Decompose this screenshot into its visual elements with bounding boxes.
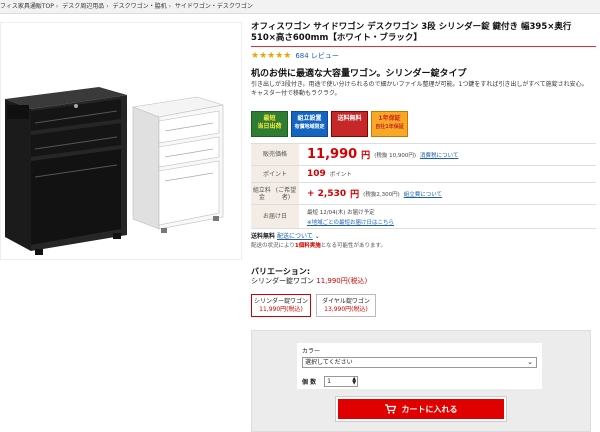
- product-page: フィス家具通販TOP › デスク周辺用品 › デスクワゴン・脇机 › サイドワゴン・デ…: [0, 0, 600, 432]
- shipping-note-suffix: となる可能性があります。: [320, 243, 387, 249]
- tax-info-link[interactable]: 消費税について: [420, 151, 458, 159]
- color-label: カラー: [302, 348, 321, 355]
- variation-selected-name: シリンダー錠ワゴン: [251, 277, 314, 285]
- chevron-right-icon: ›: [106, 3, 109, 10]
- delivery-area-link[interactable]: ※地域ごとの最短お届け日はこちら: [307, 218, 394, 226]
- chevron-right-icon: ›: [168, 3, 171, 10]
- variation-selected: シリンダー錠ワゴン 11,990円(税込): [251, 276, 367, 286]
- variation-option-cylinder[interactable]: シリンダー錠ワゴン 11,990円(税込): [251, 294, 311, 317]
- rating: ★★★★★ 684 レビュー: [251, 51, 339, 61]
- assembly-label-sub: (ご希望者): [275, 186, 297, 201]
- variation-options: シリンダー錠ワゴン 11,990円(税込) ダイヤル錠ワゴン 13,990円(税…: [251, 294, 376, 317]
- free-shipping-label: 送料無料: [251, 233, 276, 240]
- chevron-right-icon: ›: [55, 3, 59, 10]
- price-table: 販売価格 11,990 円 (税抜 10,900円) 消費税について ポイント …: [251, 143, 596, 229]
- delivery-label: お届け日: [251, 205, 299, 228]
- fast-shipping-badge: 最短 当日出荷: [251, 111, 288, 137]
- variation-option-price: 13,990円(税込): [324, 306, 368, 313]
- star-rating-icon: ★★★★★: [251, 51, 292, 61]
- cart-form: カラー 選択してください ⌄ 個 数 1 ▲ ▼: [297, 343, 542, 389]
- warranty-badge: 1年保証 自社1年保証: [371, 111, 408, 137]
- price-tax-note: (税抜 10,900円): [374, 152, 416, 159]
- assembly-tax-note: (税抜2,300円): [363, 191, 400, 198]
- product-title: オフィスワゴン サイドワゴン デスクワゴン 3段 シリンダー錠 鍵付き 幅395…: [251, 22, 572, 43]
- breadcrumb: フィス家具通販TOP › デスク周辺用品 › デスクワゴン・脇机 › サイドワゴン・デ…: [0, 0, 600, 14]
- chevron-down-icon: ⌄: [314, 233, 320, 240]
- shipping-info-link[interactable]: 配送について: [277, 233, 313, 240]
- badge-line1: 最短: [263, 115, 276, 122]
- badge-line1: 組立設置: [297, 115, 322, 122]
- add-to-cart-button[interactable]: カートに入れる: [335, 396, 507, 422]
- shipping-note: 配送の状況により1個料実施となる可能性があります。: [251, 241, 386, 249]
- variation-option-name: シリンダー錠ワゴン: [253, 298, 308, 305]
- product-image[interactable]: [0, 22, 242, 260]
- cart-panel: カラー 選択してください ⌄ 個 数 1 ▲ ▼ カートに入れる: [251, 330, 591, 432]
- add-to-cart-label: カートに入れる: [401, 404, 458, 414]
- price-value: 11,990: [307, 147, 358, 162]
- wagon-illustration: [5, 87, 224, 255]
- product-description: 引き出しが3段付き。用途で使い分けられるので細かいファイル整理が可能。1つ鍵をす…: [251, 81, 588, 97]
- badge-line2: 自社1年保証: [375, 124, 404, 130]
- quantity-label: 個 数: [302, 379, 317, 386]
- color-select-value: 選択してください: [305, 359, 353, 366]
- title-divider: [251, 46, 596, 47]
- badge-line2: 有償地域限定: [294, 124, 325, 130]
- assembly-row: 組立料金 (ご希望者) + 2,530 円 (税抜2,300円) 組立費について: [251, 183, 596, 205]
- price-unit: 円: [361, 151, 371, 161]
- badge-line2: 当日出荷: [257, 123, 282, 130]
- cart-icon: [384, 404, 396, 414]
- assembly-info-link[interactable]: 組立費について: [404, 190, 442, 198]
- variation-selected-price: 11,990円(税込): [316, 277, 368, 285]
- quantity-row: 個 数 1 ▲ ▼: [302, 376, 537, 387]
- free-shipping-badge: 送料無料: [331, 111, 368, 137]
- spinner-arrows-icon[interactable]: ▲ ▼: [352, 377, 356, 386]
- breadcrumb-item[interactable]: フィス家具通販TOP: [0, 0, 54, 13]
- service-badges: 最短 当日出荷 組立設置 有償地域限定 送料無料 1年保証 自社1年保証: [251, 111, 408, 137]
- delivery-value: 最短 12/04(木) お届け予定: [307, 209, 375, 216]
- variation-option-name: ダイヤル錠ワゴン: [322, 298, 370, 305]
- price-row: 販売価格 11,990 円 (税抜 10,900円) 消費税について: [251, 144, 596, 166]
- quantity-value: 1: [327, 378, 331, 385]
- quantity-stepper[interactable]: 1 ▲ ▼: [324, 376, 359, 387]
- review-count-link[interactable]: 684 レビュー: [295, 51, 339, 61]
- variation-option-dial[interactable]: ダイヤル錠ワゴン 13,990円(税込): [316, 294, 376, 317]
- breadcrumb-item[interactable]: サイドワゴン・デスクワゴン: [175, 0, 253, 13]
- points-label: ポイント: [251, 166, 299, 182]
- points-value: 109: [307, 169, 326, 179]
- shipping-line: 送料無料 配送について ⌄: [251, 231, 320, 240]
- assembly-badge: 組立設置 有償地域限定: [291, 111, 328, 137]
- badge-line1: 送料無料: [337, 115, 362, 122]
- assembly-label-text: 組立料金: [252, 186, 271, 201]
- shipping-note-bold: 1個料実施: [294, 243, 321, 249]
- color-select[interactable]: 選択してください ⌄: [302, 357, 537, 368]
- points-row: ポイント 109 ポイント: [251, 166, 596, 183]
- assembly-label: 組立料金 (ご希望者): [251, 183, 299, 204]
- variation-option-price: 11,990円(税込): [259, 306, 303, 313]
- catch-copy: 机のお供に最適な大容量ワゴン。シリンダー錠タイプ: [251, 69, 467, 79]
- delivery-row: お届け日 最短 12/04(木) お届け予定 ※地域ごとの最短お届け日はこちら: [251, 205, 596, 229]
- badge-line1: 1年保証: [378, 115, 401, 122]
- assembly-value: + 2,530: [307, 188, 347, 199]
- points-unit: ポイント: [329, 172, 352, 178]
- price-label: 販売価格: [251, 144, 299, 165]
- breadcrumb-item[interactable]: デスク周辺用品: [62, 0, 104, 13]
- chevron-down-icon: ⌄: [527, 358, 533, 366]
- shipping-note-prefix: 配送の状況により: [251, 243, 295, 249]
- assembly-unit: 円: [350, 190, 360, 200]
- breadcrumb-item[interactable]: デスクワゴン・脇机: [113, 0, 167, 13]
